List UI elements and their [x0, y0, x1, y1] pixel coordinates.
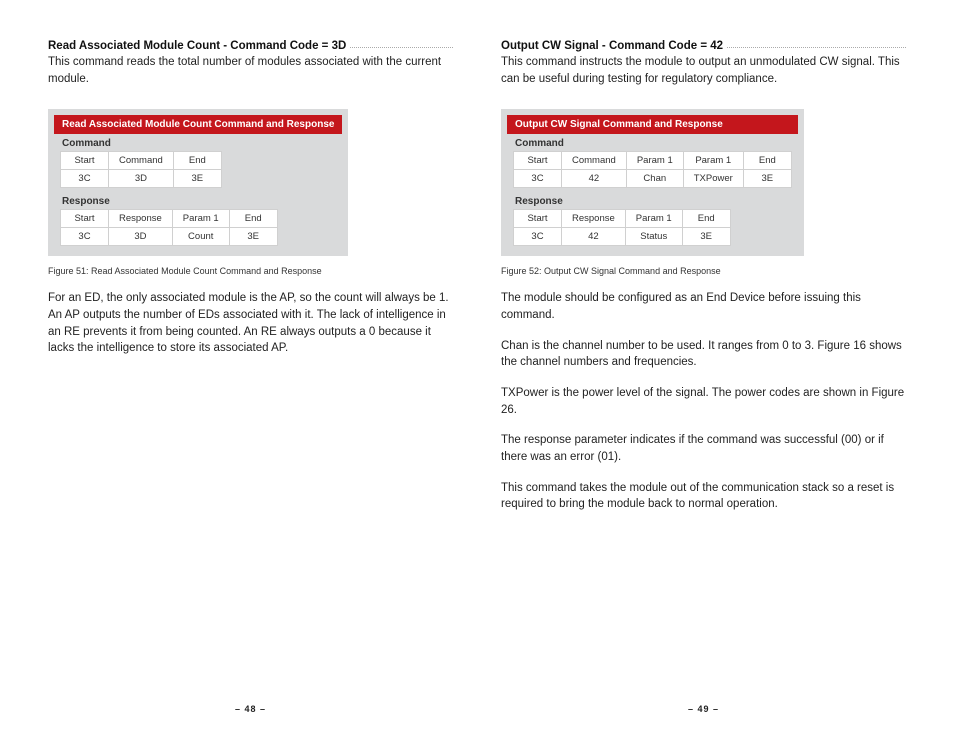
cell: Param 1: [172, 210, 229, 228]
right-p5: This command takes the module out of the…: [501, 480, 906, 513]
right-cmd-label: Command: [507, 134, 798, 151]
cell: Command: [562, 152, 627, 170]
cell: End: [743, 152, 791, 170]
cell: 3D: [109, 228, 173, 246]
cell: Param 1: [626, 152, 683, 170]
left-page: Read Associated Module Count - Command C…: [48, 40, 453, 718]
cell: 3E: [682, 228, 730, 246]
cell: Start: [514, 152, 562, 170]
cell: 3E: [743, 170, 791, 188]
left-cmd-label: Command: [54, 134, 342, 151]
dotted-leader: [350, 47, 453, 48]
right-cmd-table: Start Command Param 1 Param 1 End 3C 42 …: [513, 151, 792, 188]
left-resp-table: Start Response Param 1 End 3C 3D Count 3…: [60, 209, 278, 246]
right-resp-label: Response: [507, 192, 798, 209]
right-intro: This command instructs the module to out…: [501, 54, 906, 87]
right-p2: Chan is the channel number to be used. I…: [501, 338, 906, 371]
table-row: 3C 3D 3E: [61, 170, 222, 188]
cell: Response: [562, 210, 626, 228]
right-p4: The response parameter indicates if the …: [501, 432, 906, 465]
left-caption: Figure 51: Read Associated Module Count …: [48, 266, 453, 276]
cell: Start: [61, 152, 109, 170]
cell: Count: [172, 228, 229, 246]
left-table-box: Read Associated Module Count Command and…: [48, 109, 348, 256]
cell: 42: [562, 228, 626, 246]
right-caption: Figure 52: Output CW Signal Command and …: [501, 266, 906, 276]
table-row: 3C 3D Count 3E: [61, 228, 278, 246]
cell: End: [173, 152, 221, 170]
right-p3: TXPower is the power level of the signal…: [501, 385, 906, 418]
table-row: Start Response Param 1 End: [61, 210, 278, 228]
cell: 3D: [109, 170, 174, 188]
cell: Response: [109, 210, 173, 228]
cell: 3C: [514, 228, 562, 246]
cell: Param 1: [625, 210, 682, 228]
right-table-title: Output CW Signal Command and Response: [507, 115, 798, 134]
right-table-box: Output CW Signal Command and Response Co…: [501, 109, 804, 256]
dotted-leader: [727, 47, 906, 48]
cell: Start: [61, 210, 109, 228]
right-page-number: – 49 –: [501, 704, 906, 718]
table-row: Start Response Param 1 End: [514, 210, 731, 228]
cell: Status: [625, 228, 682, 246]
cell: Chan: [626, 170, 683, 188]
cell: End: [229, 210, 277, 228]
cell: TXPower: [683, 170, 743, 188]
cell: Command: [109, 152, 174, 170]
cell: Start: [514, 210, 562, 228]
left-table-title: Read Associated Module Count Command and…: [54, 115, 342, 134]
cell: 3C: [61, 170, 109, 188]
cell: 3E: [229, 228, 277, 246]
table-row: Start Command Param 1 Param 1 End: [514, 152, 792, 170]
table-row: 3C 42 Chan TXPower 3E: [514, 170, 792, 188]
right-resp-table: Start Response Param 1 End 3C 42 Status …: [513, 209, 731, 246]
table-row: 3C 42 Status 3E: [514, 228, 731, 246]
left-resp-label: Response: [54, 192, 342, 209]
right-heading: Output CW Signal - Command Code = 42: [501, 40, 723, 52]
cell: End: [682, 210, 730, 228]
left-intro: This command reads the total number of m…: [48, 54, 453, 87]
left-heading: Read Associated Module Count - Command C…: [48, 40, 346, 52]
right-heading-row: Output CW Signal - Command Code = 42: [501, 40, 906, 52]
left-cmd-table: Start Command End 3C 3D 3E: [60, 151, 222, 188]
left-page-number: – 48 –: [48, 704, 453, 718]
cell: 3C: [61, 228, 109, 246]
cell: 3E: [173, 170, 221, 188]
cell: 3C: [514, 170, 562, 188]
cell: Param 1: [683, 152, 743, 170]
right-p1: The module should be configured as an En…: [501, 290, 906, 323]
left-heading-row: Read Associated Module Count - Command C…: [48, 40, 453, 52]
right-page: Output CW Signal - Command Code = 42 Thi…: [501, 40, 906, 718]
cell: 42: [562, 170, 627, 188]
table-row: Start Command End: [61, 152, 222, 170]
left-p1: For an ED, the only associated module is…: [48, 290, 453, 357]
